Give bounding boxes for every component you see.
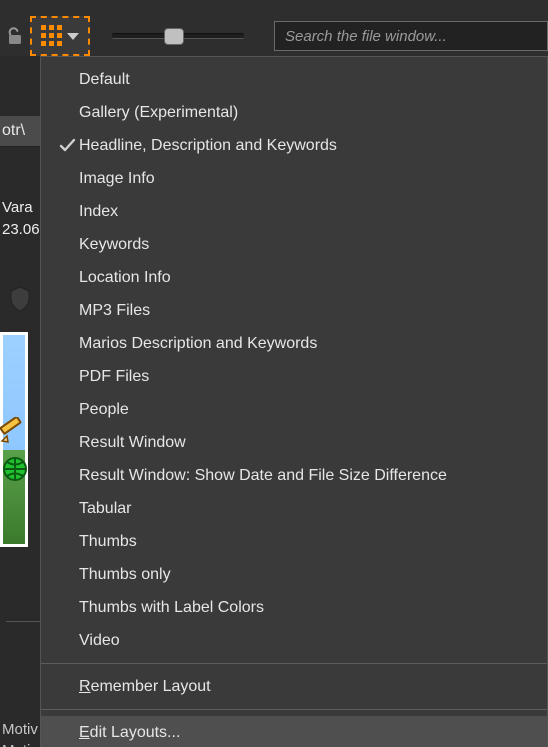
menu-item-headline-description-and-keywords[interactable]: Headline, Description and Keywords — [41, 129, 547, 162]
menu-item-result-window-show-date-and-file-size-difference[interactable]: Result Window: Show Date and File Size D… — [41, 459, 547, 492]
menu-item-marios-description-and-keywords[interactable]: Marios Description and Keywords — [41, 327, 547, 360]
menu-item-label: Thumbs with Label Colors — [79, 599, 264, 617]
menu-item-label: Edit Layouts... — [79, 724, 180, 742]
layout-dropdown-menu: Default Gallery (Experimental) Headline, D… — [40, 56, 548, 747]
meta-line-1: Vara — [0, 199, 40, 221]
grid-icon — [41, 25, 63, 47]
menu-item-label: Tabular — [79, 500, 131, 518]
menu-item-label: Location Info — [79, 269, 171, 287]
item-meta-block: Vara 23.06 — [0, 199, 40, 243]
menu-item-remember-layout[interactable]: Remember Layout — [41, 670, 547, 703]
lock-button[interactable] — [0, 26, 30, 46]
menu-item-pdf-files[interactable]: PDF Files — [41, 360, 547, 393]
menu-item-thumbs[interactable]: Thumbs — [41, 525, 547, 558]
menu-item-default[interactable]: Default — [41, 63, 547, 96]
protection-indicator — [0, 286, 40, 312]
menu-item-mp3-files[interactable]: MP3 Files — [41, 294, 547, 327]
menu-item-index[interactable]: Index — [41, 195, 547, 228]
menu-item-label: Thumbs only — [79, 566, 171, 584]
menu-item-result-window[interactable]: Result Window — [41, 426, 547, 459]
globe-icon — [1, 455, 29, 487]
thumbnail-size-slider[interactable] — [112, 26, 244, 46]
menu-separator — [41, 709, 547, 710]
shield-icon — [9, 286, 31, 312]
menu-item-label: Result Window — [79, 434, 186, 452]
search-input[interactable] — [283, 27, 539, 46]
menu-item-label: PDF Files — [79, 368, 149, 386]
pencil-icon — [0, 417, 29, 451]
menu-item-location-info[interactable]: Location Info — [41, 261, 547, 294]
menu-item-video[interactable]: Video — [41, 624, 547, 657]
menu-item-label: Default — [79, 71, 130, 89]
menu-item-image-info[interactable]: Image Info — [41, 162, 547, 195]
menu-item-label: Remember Layout — [79, 678, 211, 696]
menu-item-thumbs-only[interactable]: Thumbs only — [41, 558, 547, 591]
chevron-down-icon — [67, 33, 79, 40]
layout-dropdown-button[interactable] — [30, 16, 90, 56]
footer-meta-1: Motiv — [0, 721, 39, 742]
menu-item-tabular[interactable]: Tabular — [41, 492, 547, 525]
menu-item-thumbs-with-label-colors[interactable]: Thumbs with Label Colors — [41, 591, 547, 624]
menu-separator — [41, 663, 547, 664]
menu-item-label: Marios Description and Keywords — [79, 335, 317, 353]
menu-item-label: Video — [79, 632, 120, 650]
menu-item-label: Headline, Description and Keywords — [79, 137, 337, 155]
footer-meta-2: Motiv — [0, 742, 39, 747]
toolbar — [0, 16, 548, 56]
search-field[interactable] — [274, 21, 548, 51]
thumbnail[interactable] — [0, 332, 28, 547]
meta-line-2: 23.06 — [0, 221, 40, 243]
menu-item-keywords[interactable]: Keywords — [41, 228, 547, 261]
menu-item-people[interactable]: People — [41, 393, 547, 426]
breadcrumb[interactable]: otr\ — [0, 116, 40, 147]
left-divider — [6, 621, 40, 622]
menu-item-gallery-experimental[interactable]: Gallery (Experimental) — [41, 96, 547, 129]
unlock-icon — [5, 26, 25, 46]
breadcrumb-fragment: otr\ — [2, 122, 25, 140]
left-background: otr\ Vara 23.06 Motiv Motiv Gend — [0, 56, 40, 747]
footer-meta-block: Motiv Motiv Gend — [0, 721, 39, 747]
menu-item-edit-layouts[interactable]: Edit Layouts... — [41, 716, 547, 747]
menu-item-label: Thumbs — [79, 533, 137, 551]
menu-item-label: Gallery (Experimental) — [79, 104, 238, 122]
menu-item-label: Index — [79, 203, 118, 221]
menu-item-label: Image Info — [79, 170, 155, 188]
menu-item-label: People — [79, 401, 129, 419]
slider-handle[interactable] — [164, 28, 184, 45]
menu-item-label: Result Window: Show Date and File Size D… — [79, 467, 447, 485]
menu-item-label: MP3 Files — [79, 302, 150, 320]
check-icon — [55, 137, 79, 154]
menu-item-label: Keywords — [79, 236, 149, 254]
